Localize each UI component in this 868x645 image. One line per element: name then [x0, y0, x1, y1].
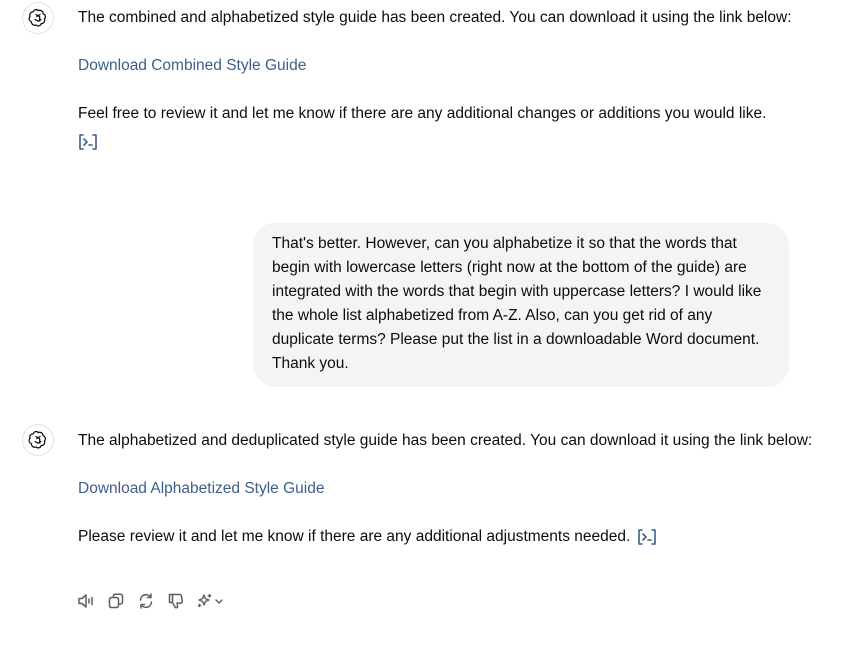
assistant-message-closing: Feel free to review it and let me know i…: [78, 105, 767, 122]
copy-icon[interactable]: [106, 590, 126, 612]
download-alphabetized-style-guide-link[interactable]: Download Alphabetized Style Guide: [78, 480, 324, 497]
assistant-message-text: The combined and alphabetized style guid…: [78, 9, 792, 26]
message-actions-toolbar: [76, 590, 226, 612]
openai-logo-icon: [22, 424, 54, 456]
regenerate-icon[interactable]: [136, 590, 156, 612]
assistant-message-2: The alphabetized and deduplicated style …: [78, 427, 818, 551]
user-message-text: That's better. However, can you alphabet…: [272, 235, 762, 372]
sparkle-model-icon[interactable]: [196, 590, 226, 612]
assistant-message-1: The combined and alphabetized style guid…: [78, 4, 818, 156]
openai-logo-icon: [22, 2, 54, 34]
read-aloud-icon[interactable]: [76, 590, 96, 612]
user-message-bubble: That's better. However, can you alphabet…: [253, 223, 789, 387]
view-analysis-icon[interactable]: [78, 133, 98, 151]
chevron-down-icon: [215, 599, 223, 604]
thumbs-down-icon[interactable]: [166, 590, 186, 612]
download-combined-style-guide-link[interactable]: Download Combined Style Guide: [78, 57, 306, 74]
chat-thread: The combined and alphabetized style guid…: [0, 0, 868, 645]
assistant-message-closing: Please review it and let me know if ther…: [78, 528, 631, 545]
assistant-message-text: The alphabetized and deduplicated style …: [78, 432, 813, 449]
view-analysis-icon[interactable]: [637, 528, 657, 546]
